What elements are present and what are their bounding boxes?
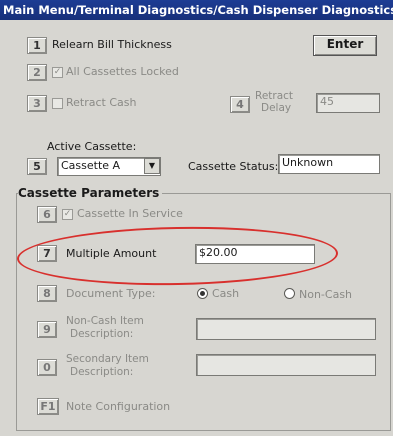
- cash-radio-label: Cash: [212, 287, 240, 300]
- secondary-desc-label-1: Secondary Item: [66, 353, 149, 365]
- cassette-in-service-checkbox[interactable]: ✓: [62, 209, 73, 220]
- cassette-status-label: Cassette Status:: [188, 160, 279, 173]
- key-0-button[interactable]: 0: [37, 359, 57, 376]
- non-cash-radio[interactable]: [284, 288, 295, 299]
- document-type-label: Document Type:: [66, 287, 156, 300]
- non-cash-radio-label: Non-Cash: [299, 288, 353, 301]
- retract-delay-label-2: Delay: [261, 102, 292, 114]
- enter-button[interactable]: Enter: [313, 35, 377, 56]
- retract-cash-label: Retract Cash: [66, 96, 137, 109]
- window-title: Main Menu/Terminal Diagnostics/Cash Disp…: [0, 0, 393, 20]
- secondary-desc-field[interactable]: [196, 354, 376, 376]
- secondary-desc-label-2: Description:: [70, 366, 134, 378]
- non-cash-desc-field[interactable]: [196, 318, 376, 340]
- key-2-button[interactable]: 2: [27, 64, 47, 81]
- key-4-button[interactable]: 4: [230, 96, 250, 113]
- cassette-parameters-title: Cassette Parameters: [18, 186, 163, 200]
- cassette-status-field: Unknown: [278, 154, 380, 174]
- active-cassette-value: Cassette A: [61, 159, 121, 172]
- all-cassettes-locked-checkbox[interactable]: ✓: [52, 67, 63, 78]
- retract-delay-label-1: Retract: [255, 90, 294, 102]
- non-cash-desc-label-1: Non-Cash Item: [66, 315, 144, 327]
- relearn-label: Relearn Bill Thickness: [52, 38, 172, 51]
- cash-radio[interactable]: [197, 288, 208, 299]
- key-6-button[interactable]: 6: [37, 206, 57, 223]
- check-icon: ✓: [53, 67, 62, 77]
- key-9-button[interactable]: 9: [37, 321, 57, 338]
- key-f1-button[interactable]: F1: [37, 398, 59, 415]
- check-icon: ✓: [63, 209, 72, 219]
- key-8-button[interactable]: 8: [37, 285, 57, 302]
- active-cassette-select[interactable]: Cassette A ▼: [57, 157, 161, 176]
- cassette-in-service-label: Cassette In Service: [77, 207, 183, 220]
- key-5-button[interactable]: 5: [27, 158, 47, 175]
- non-cash-desc-label-2: Description:: [70, 328, 134, 340]
- retract-delay-field[interactable]: 45: [316, 93, 380, 113]
- chevron-down-icon[interactable]: ▼: [144, 158, 160, 174]
- active-cassette-label: Active Cassette:: [47, 140, 137, 153]
- note-configuration-label: Note Configuration: [66, 400, 171, 413]
- retract-cash-checkbox[interactable]: [52, 98, 63, 109]
- all-cassettes-locked-label: All Cassettes Locked: [66, 65, 179, 78]
- key-1-button[interactable]: 1: [27, 37, 47, 54]
- key-3-button[interactable]: 3: [27, 95, 47, 112]
